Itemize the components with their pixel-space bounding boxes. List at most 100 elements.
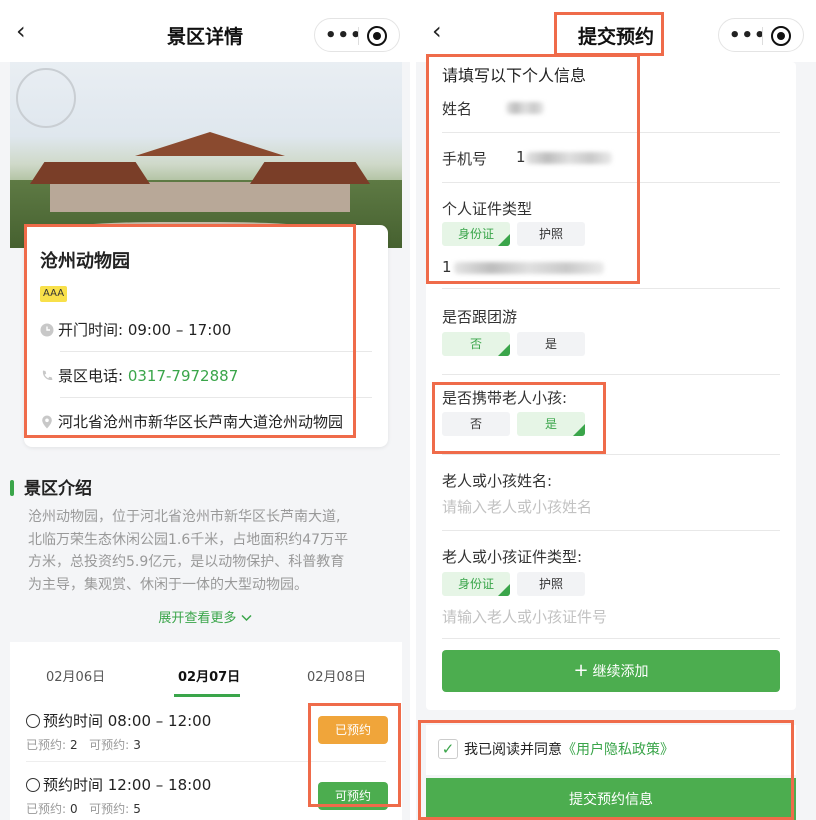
elder-id-type-label: 老人或小孩证件类型: <box>442 548 583 566</box>
agreement-row: ✓ 我已阅读并同意《用户隐私政策》 <box>426 725 796 775</box>
chevron-down-icon <box>241 614 252 622</box>
address-row[interactable]: 河北省沧州市新华区长芦南大道沧州动物园 <box>40 411 372 432</box>
tab-date-active[interactable]: 02月07日 <box>178 666 240 685</box>
id-option-passport[interactable]: 护照 <box>517 222 585 246</box>
more-icon[interactable]: ••• <box>729 25 767 46</box>
scenic-name: 沧州动物园 <box>40 251 130 272</box>
id-number-blurred[interactable] <box>454 262 604 274</box>
close-target-icon[interactable] <box>771 26 791 46</box>
divider <box>442 182 780 183</box>
reserve-button[interactable]: 可预约 <box>318 782 388 810</box>
elder-name-input[interactable]: 请输入老人或小孩姓名 <box>442 496 592 517</box>
heading-accent-bar <box>10 480 14 496</box>
available-count: 3 <box>133 738 141 752</box>
nav-bar: ‹ 景区详情 ••• <box>0 0 410 62</box>
expand-more-link[interactable]: 展开查看更多 <box>0 607 410 626</box>
level-badge: AAA <box>40 286 68 302</box>
elder-id-option-idcard[interactable]: 身份证 <box>442 572 510 596</box>
ferris-wheel-shape <box>16 68 76 128</box>
intro-heading: 景区介绍 <box>10 474 92 499</box>
divider <box>26 761 386 762</box>
slot-time: 预约时间 08:00 – 12:00 <box>26 710 211 731</box>
submit-booking-button[interactable]: 提交预约信息 <box>426 778 796 820</box>
divider <box>442 638 780 639</box>
available-count: 5 <box>133 802 141 816</box>
slot-time-text: 预约时间 08:00 – 12:00 <box>43 712 212 730</box>
mini-program-capsule: ••• <box>718 18 804 52</box>
slot-counts: 已预约: 2 可预约: 3 <box>26 736 141 753</box>
divider <box>442 288 780 289</box>
submit-booking-screen: ‹ 提交预约 ••• 请填写以下个人信息 姓名 手机号 1 个人证件类型 身份证… <box>416 0 816 820</box>
scenic-detail-screen: ‹ 景区详情 ••• 沧州动物园 AAA 开门时间: 09:00 – 17:00… <box>0 0 410 820</box>
tab-date[interactable]: 02月06日 <box>46 666 105 685</box>
tour-option-no[interactable]: 否 <box>442 332 510 356</box>
slot-counts: 已预约: 0 可预约: 5 <box>26 800 141 817</box>
elder-option-yes[interactable]: 是 <box>517 412 585 436</box>
tour-option-yes[interactable]: 是 <box>517 332 585 356</box>
id-option-idcard[interactable]: 身份证 <box>442 222 510 246</box>
divider <box>442 132 780 133</box>
location-pin-icon <box>42 415 52 429</box>
slot-time: 预约时间 12:00 – 18:00 <box>26 774 211 795</box>
agree-checkbox[interactable]: ✓ <box>438 739 458 759</box>
open-time-row: 开门时间: 09:00 – 17:00 <box>40 319 372 340</box>
tour-label: 是否跟团游 <box>442 308 518 326</box>
gate-hall-shape <box>50 182 350 212</box>
phone-link[interactable]: 0317-7972887 <box>128 367 238 385</box>
date-tabs: 02月06日 02月07日 02月08日 <box>10 642 402 698</box>
booking-form: 请填写以下个人信息 姓名 手机号 1 个人证件类型 身份证 护照 1 是否跟团游… <box>426 62 796 710</box>
intro-line: 沧州动物园，位于河北省沧州市新华区长芦南大道, <box>28 509 341 525</box>
divider <box>60 351 372 352</box>
id-type-label: 个人证件类型 <box>442 200 533 218</box>
intro-line: 为主导，集观赏、休闲于一体的大型动物园。 <box>28 576 308 593</box>
available-label: 可预约: <box>89 802 130 816</box>
expand-more-label: 展开查看更多 <box>158 611 237 626</box>
booked-count: 0 <box>70 802 78 816</box>
active-tab-indicator <box>174 694 240 697</box>
intro-text: 沧州动物园，位于河北省沧州市新华区长芦南大道, 北临万荣生态休闲公园1.6千米，… <box>28 506 378 596</box>
capsule-divider <box>762 27 763 45</box>
nav-bar: ‹ 提交预约 ••• <box>416 0 816 62</box>
available-label: 可预约: <box>89 738 130 752</box>
plus-icon: + <box>573 660 589 681</box>
divider <box>442 454 780 455</box>
phone-row[interactable]: 景区电话: 0317-7972887 <box>40 365 372 386</box>
phone-value-blurred[interactable] <box>526 152 612 164</box>
privacy-policy-link[interactable]: 《用户隐私政策》 <box>562 742 674 758</box>
booked-button[interactable]: 已预约 <box>318 716 388 744</box>
clock-icon <box>26 778 40 792</box>
intro-heading-text: 景区介绍 <box>24 479 92 499</box>
phone-icon <box>42 370 53 381</box>
close-target-icon[interactable] <box>367 26 387 46</box>
id-number-prefix: 1 <box>442 258 452 276</box>
booked-count: 2 <box>70 738 78 752</box>
elder-id-option-passport[interactable]: 护照 <box>517 572 585 596</box>
agreement-text: 我已阅读并同意《用户隐私政策》 <box>464 739 674 759</box>
add-more-button[interactable]: + 继续添加 <box>442 650 780 692</box>
clock-icon <box>40 323 54 337</box>
clock-icon <box>26 714 40 728</box>
agreement-label: 我已阅读并同意 <box>464 742 562 758</box>
intro-line: 北临万荣生态休闲公园1.6千米，占地面积约47万平 <box>28 531 349 548</box>
tab-date[interactable]: 02月08日 <box>307 666 366 685</box>
more-icon[interactable]: ••• <box>325 25 363 46</box>
capsule-divider <box>358 27 359 45</box>
address-text: 河北省沧州市新华区长芦南大道沧州动物园 <box>58 413 344 431</box>
divider <box>60 397 372 398</box>
scenic-banner-image <box>10 62 402 248</box>
phone-label: 手机号 <box>442 150 488 168</box>
elder-child-label: 是否携带老人小孩: <box>442 389 568 407</box>
mini-program-capsule: ••• <box>314 18 400 52</box>
phone-value-prefix: 1 <box>516 148 526 166</box>
elder-name-label: 老人或小孩姓名: <box>442 472 553 490</box>
add-more-label: 继续添加 <box>592 664 649 680</box>
name-value-blurred[interactable] <box>506 102 544 114</box>
name-label: 姓名 <box>442 100 473 118</box>
scenic-info-card: 沧州动物园 AAA 开门时间: 09:00 – 17:00 景区电话: 0317… <box>24 225 388 447</box>
elder-id-input[interactable]: 请输入老人或小孩证件号 <box>442 606 607 627</box>
intro-line: 方米，总投资约5.9亿元，是以动物保护、科普教育 <box>28 554 345 570</box>
divider <box>442 530 780 531</box>
elder-option-no[interactable]: 否 <box>442 412 510 436</box>
form-section-title: 请填写以下个人信息 <box>442 66 587 85</box>
phone-label: 景区电话: <box>58 367 124 385</box>
